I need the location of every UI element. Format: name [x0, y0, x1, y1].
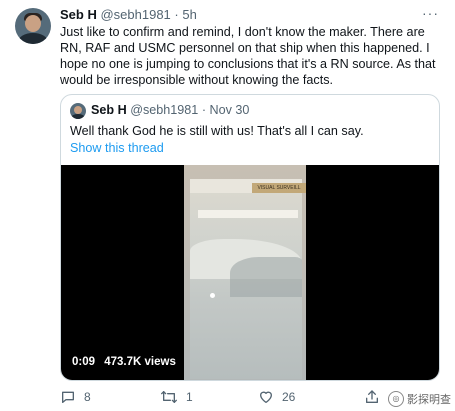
tweet-header: Seb H @sebh1981 · 5h: [60, 6, 197, 24]
quote-author-name: Seb H: [91, 103, 127, 117]
reply-count: 8: [84, 390, 91, 404]
more-options-icon[interactable]: ···: [422, 4, 439, 22]
retweet-icon: [160, 389, 178, 405]
share-button[interactable]: [364, 388, 380, 406]
screen-object: [210, 293, 215, 298]
like-button[interactable]: 26: [258, 388, 295, 406]
comment-icon: [60, 389, 76, 405]
action-bar: 8 1 26: [60, 388, 438, 406]
like-count: 26: [282, 390, 296, 404]
video-time: 0:09: [72, 356, 96, 368]
share-icon: [364, 389, 380, 405]
show-thread-link[interactable]: Show this thread: [70, 140, 164, 156]
retweet-count: 1: [186, 390, 193, 404]
watermark-text: 影探明查: [407, 394, 451, 406]
screen-sea: [230, 257, 302, 297]
tweet-text: Just like to confirm and remind, I don't…: [60, 25, 436, 87]
screen-label: VISUAL SURVEILL: [252, 183, 306, 193]
watermark: ◎ 影探明查: [388, 391, 451, 407]
video-screen: VISUAL SURVEILL: [190, 179, 306, 379]
author-name[interactable]: Seb H: [60, 7, 97, 22]
screen-toolbar: [198, 210, 298, 218]
avatar-head: [25, 15, 41, 32]
quote-time: · Nov 30: [201, 103, 250, 117]
reply-button[interactable]: 8: [60, 388, 91, 406]
tweet-time[interactable]: · 5h: [174, 7, 196, 22]
video-player[interactable]: VISUAL SURVEILL 0:09 473.7K views: [61, 165, 439, 380]
quote-avatar-body: [71, 114, 85, 119]
quote-header: Seb H @sebh1981 · Nov 30: [91, 102, 249, 119]
heart-icon: [258, 389, 274, 405]
video-frame: VISUAL SURVEILL: [184, 165, 306, 380]
quoted-tweet[interactable]: Seb H @sebh1981 · Nov 30 Well thank God …: [60, 94, 440, 381]
quote-avatar-head: [74, 106, 82, 114]
quote-author-handle: @sebh1981: [130, 103, 199, 117]
video-views: 473.7K views: [104, 356, 176, 368]
video-timecode: 0:09 473.7K views: [72, 356, 176, 368]
watermark-logo-icon: ◎: [388, 391, 404, 407]
avatar-body: [18, 33, 48, 44]
quote-avatar: [70, 103, 86, 119]
quote-text: Well thank God he is still with us! That…: [70, 124, 364, 138]
author-handle[interactable]: @sebh1981: [100, 7, 170, 22]
retweet-button[interactable]: 1: [160, 388, 193, 406]
avatar[interactable]: [15, 8, 51, 44]
